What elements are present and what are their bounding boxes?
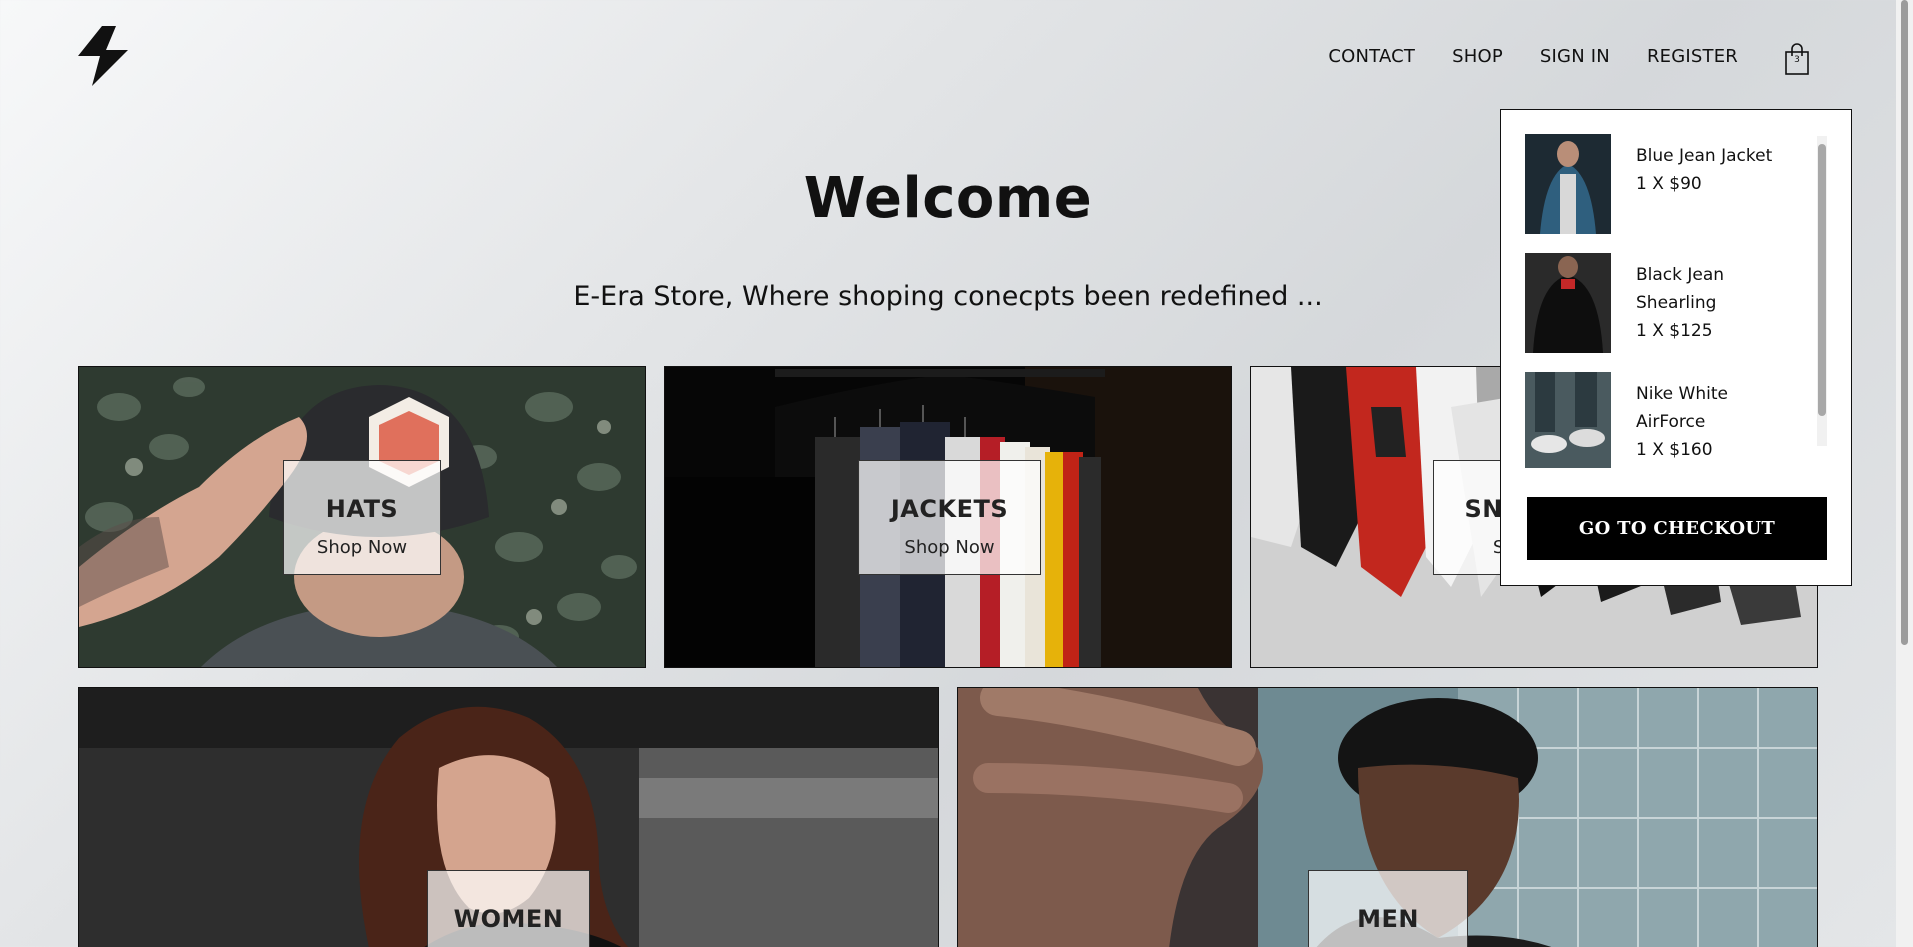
cart-item: Nike White AirForce 1 X $160 xyxy=(1525,372,1825,468)
cart-dropdown: Blue Jean Jacket 1 X $90 Black Jean Shea… xyxy=(1500,109,1852,586)
cart-item: Blue Jean Jacket 1 X $90 xyxy=(1525,134,1825,253)
lightning-logo-icon[interactable] xyxy=(76,26,132,86)
category-label-men[interactable]: MEN xyxy=(1308,870,1468,947)
cart-item-qty-price: 1 X $160 xyxy=(1636,440,1713,460)
cart-item-info: Black Jean Shearling 1 X $125 xyxy=(1636,253,1786,372)
cart-scrollbar[interactable] xyxy=(1817,136,1827,446)
cart-item-name: Black Jean Shearling xyxy=(1636,265,1725,313)
cart-item-info: Nike White AirForce 1 X $160 xyxy=(1636,372,1786,468)
cart-items-list[interactable]: Blue Jean Jacket 1 X $90 Black Jean Shea… xyxy=(1525,134,1825,468)
main-nav: CONTACT SHOP SIGN IN REGISTER xyxy=(1291,46,1738,67)
category-title: MEN xyxy=(1357,905,1419,933)
category-label-women[interactable]: WOMEN xyxy=(427,870,590,947)
category-tile-hats[interactable]: HATS Shop Now xyxy=(78,366,646,668)
cart-item-qty-price: 1 X $125 xyxy=(1636,321,1713,341)
category-label-hats[interactable]: HATS Shop Now xyxy=(283,460,441,575)
shop-now-link[interactable]: Shop Now xyxy=(859,537,1040,558)
cart-item-qty-price: 1 X $90 xyxy=(1636,174,1702,194)
category-label-jackets[interactable]: JACKETS Shop Now xyxy=(858,460,1041,575)
cart-count: 3 xyxy=(1794,55,1800,65)
cart-scrollbar-thumb[interactable] xyxy=(1818,144,1826,416)
category-tile-women[interactable]: WOMEN xyxy=(78,687,939,947)
page-scrollbar-thumb[interactable] xyxy=(1901,0,1908,645)
cart-item-thumbnail xyxy=(1525,253,1611,353)
cart-item-name: Nike White AirForce xyxy=(1636,384,1728,432)
page-scrollbar[interactable] xyxy=(1896,0,1913,947)
shopping-bag-icon[interactable]: 3 xyxy=(1783,42,1811,76)
cart-item-thumbnail xyxy=(1525,372,1611,468)
category-title: WOMEN xyxy=(453,905,564,933)
category-title: HATS xyxy=(325,495,399,523)
nav-sign-in-link[interactable]: SIGN IN xyxy=(1540,46,1610,67)
nav-contact-link[interactable]: CONTACT xyxy=(1328,46,1415,67)
nav-register-link[interactable]: REGISTER xyxy=(1647,46,1738,67)
cart-item: Black Jean Shearling 1 X $125 xyxy=(1525,253,1825,372)
category-tile-men[interactable]: MEN xyxy=(957,687,1818,947)
cart-item-name: Blue Jean Jacket xyxy=(1636,146,1773,166)
category-tile-jackets[interactable]: JACKETS Shop Now xyxy=(664,366,1232,668)
category-title: JACKETS xyxy=(890,495,1009,523)
go-to-checkout-button[interactable]: GO TO CHECKOUT xyxy=(1527,497,1827,560)
nav-shop-link[interactable]: SHOP xyxy=(1452,46,1503,67)
cart-item-thumbnail xyxy=(1525,134,1611,234)
cart-item-info: Blue Jean Jacket 1 X $90 xyxy=(1636,134,1786,253)
shop-now-link[interactable]: Shop Now xyxy=(284,537,440,558)
